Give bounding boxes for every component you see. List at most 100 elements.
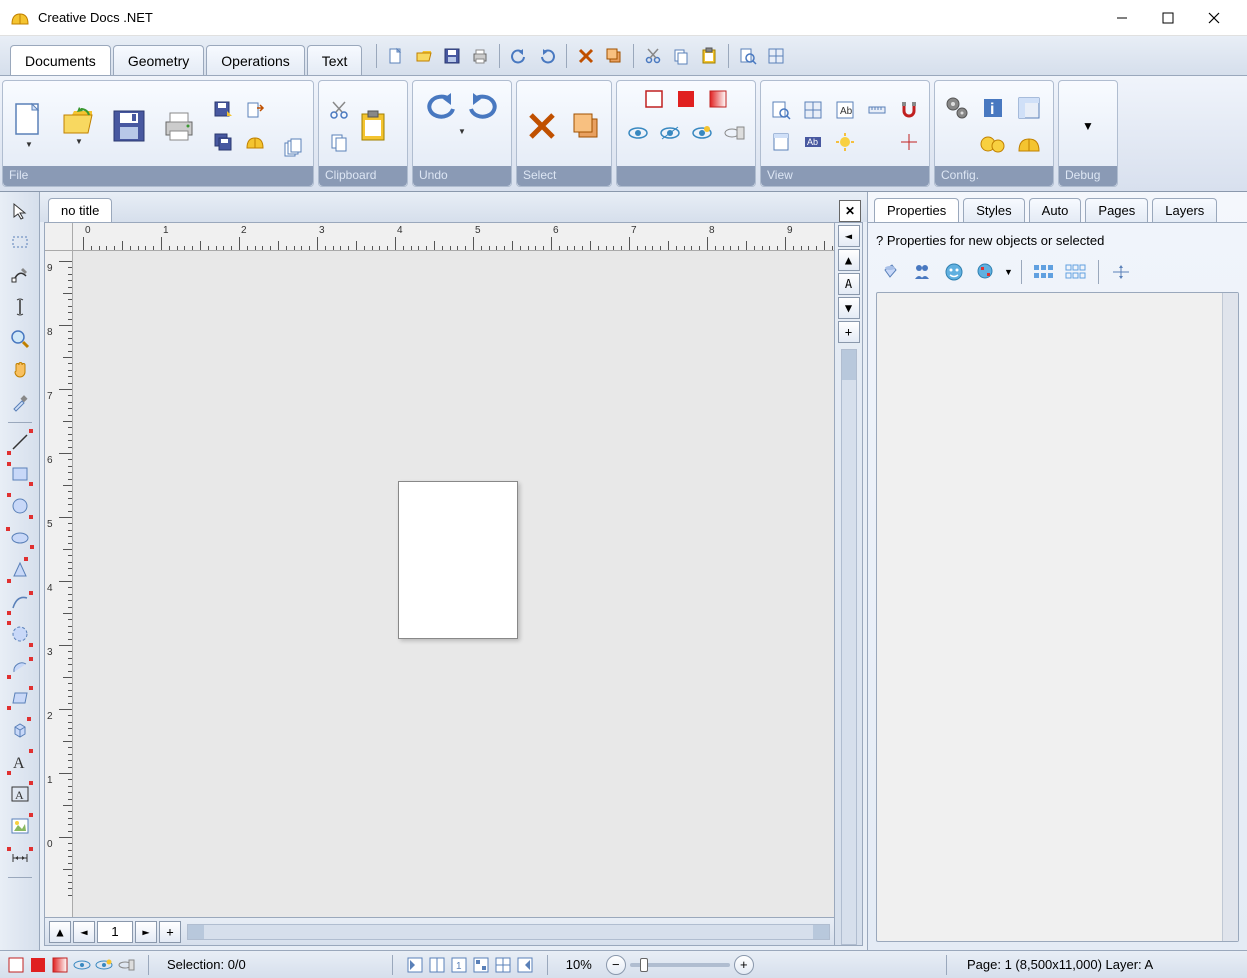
document-tab[interactable]: no title [48, 198, 112, 222]
prop-people-icon[interactable] [908, 258, 936, 286]
prop-shape-dropdown-icon[interactable] [972, 258, 1000, 286]
page-next-icon[interactable]: ► [135, 921, 157, 943]
help-book-icon[interactable] [1013, 128, 1045, 160]
page-add-icon[interactable]: + [159, 921, 181, 943]
page-number-input[interactable] [97, 921, 133, 943]
save-all-icon[interactable] [209, 128, 237, 156]
text-grid-icon[interactable]: Ab [831, 96, 859, 124]
tab-documents[interactable]: Documents [10, 45, 111, 75]
view-mode-1-icon[interactable] [405, 955, 425, 975]
redo-button[interactable] [464, 85, 504, 125]
settings-gears-icon[interactable] [941, 92, 973, 124]
prop-grid3x2-icon[interactable] [1030, 258, 1058, 286]
arc-tool[interactable] [5, 651, 35, 681]
swatch-gradient-icon[interactable] [50, 955, 70, 975]
magnet-icon[interactable] [895, 96, 923, 124]
select-tool[interactable] [5, 196, 35, 226]
close-button[interactable] [1191, 3, 1237, 33]
preview-outline-icon[interactable] [640, 85, 668, 113]
new-icon[interactable] [383, 43, 409, 69]
layer-add-icon[interactable]: + [838, 321, 860, 343]
info-icon[interactable]: i [977, 92, 1009, 124]
zoom-out-button[interactable]: − [606, 955, 626, 975]
side-tab-pages[interactable]: Pages [1085, 198, 1148, 222]
tab-operations[interactable]: Operations [206, 45, 304, 75]
book-icon[interactable] [241, 128, 269, 156]
grid-toggle-icon[interactable] [799, 96, 827, 124]
open-document-button[interactable]: ▼ [59, 102, 99, 150]
bezier-tool[interactable] [5, 587, 35, 617]
sun-icon[interactable] [831, 128, 859, 156]
swatch-outline-icon[interactable] [6, 955, 26, 975]
new-document-button[interactable]: ▼ [9, 102, 49, 150]
layout-icon[interactable] [1013, 92, 1045, 124]
tab-text[interactable]: Text [307, 45, 363, 75]
page-up-icon[interactable]: ▲ [49, 921, 71, 943]
prop-bucket-icon[interactable] [876, 258, 904, 286]
zoom-fit-icon[interactable] [767, 96, 795, 124]
view-mode-2-icon[interactable] [427, 955, 447, 975]
page-layout-icon[interactable] [767, 128, 795, 156]
tab-geometry[interactable]: Geometry [113, 45, 204, 75]
swatch-filled-icon[interactable] [28, 955, 48, 975]
crosshair-icon[interactable] [895, 128, 923, 156]
grid-icon[interactable] [763, 43, 789, 69]
save-as-icon[interactable] [209, 96, 237, 124]
status-eye2-icon[interactable] [94, 955, 114, 975]
paste-button[interactable] [357, 96, 389, 156]
debug-dropdown[interactable]: ▼ [1074, 112, 1102, 140]
layer-up-icon[interactable]: ▲ [838, 249, 860, 271]
vertical-scrollbar[interactable] [841, 349, 857, 945]
text-tool[interactable]: A [5, 747, 35, 777]
eye-settings-icon[interactable] [720, 119, 748, 147]
minimize-button[interactable] [1099, 3, 1145, 33]
cube-tool[interactable] [5, 715, 35, 745]
redo-icon[interactable] [534, 43, 560, 69]
side-tab-layers[interactable]: Layers [1152, 198, 1217, 222]
canvas[interactable] [73, 251, 834, 917]
paste-icon[interactable] [696, 43, 722, 69]
print-document-button[interactable] [159, 102, 199, 150]
page-prev-icon[interactable]: ◄ [73, 921, 95, 943]
circle-tool[interactable] [5, 491, 35, 521]
undo-icon[interactable] [506, 43, 532, 69]
rectangle-tool[interactable] [5, 459, 35, 489]
preview-gradient-icon[interactable] [704, 85, 732, 113]
view-mode-5-icon[interactable] [493, 955, 513, 975]
cut-button[interactable] [325, 96, 353, 124]
zoom-track[interactable] [630, 963, 730, 967]
side-tab-auto[interactable]: Auto [1029, 198, 1082, 222]
delete-button[interactable] [523, 107, 561, 145]
polygon-tool[interactable] [5, 555, 35, 585]
prop-align-icon[interactable] [1107, 258, 1135, 286]
layer-letter[interactable]: A [838, 273, 860, 295]
text-label-icon[interactable]: Ab [799, 128, 827, 156]
close-document-button[interactable]: ✕ [839, 200, 861, 222]
open-icon[interactable] [411, 43, 437, 69]
text-cursor-tool[interactable] [5, 292, 35, 322]
save-document-button[interactable] [109, 102, 149, 150]
undo-button[interactable] [420, 85, 460, 125]
duplicate-icon[interactable] [601, 43, 627, 69]
prop-grid3x2-outline-icon[interactable] [1062, 258, 1090, 286]
export-icon[interactable] [241, 96, 269, 124]
layer-down-icon[interactable]: ▼ [838, 297, 860, 319]
side-tab-properties[interactable]: Properties [874, 198, 959, 222]
star-tool[interactable] [5, 619, 35, 649]
maximize-button[interactable] [1145, 3, 1191, 33]
smileys-icon[interactable] [977, 128, 1009, 160]
view-mode-6-icon[interactable] [515, 955, 535, 975]
duplicate-button[interactable] [567, 107, 605, 145]
parallelogram-tool[interactable] [5, 683, 35, 713]
eye-hide-icon[interactable] [688, 119, 716, 147]
eyedropper-tool[interactable] [5, 388, 35, 418]
documents-icon[interactable] [279, 134, 307, 162]
marquee-tool[interactable] [5, 228, 35, 258]
copy-icon[interactable] [668, 43, 694, 69]
line-tool[interactable] [5, 427, 35, 457]
save-icon[interactable] [439, 43, 465, 69]
zoom-page-icon[interactable] [735, 43, 761, 69]
properties-scrollbar[interactable] [1222, 293, 1238, 941]
zoom-in-button[interactable]: + [734, 955, 754, 975]
view-mode-3-icon[interactable]: 1 [449, 955, 469, 975]
